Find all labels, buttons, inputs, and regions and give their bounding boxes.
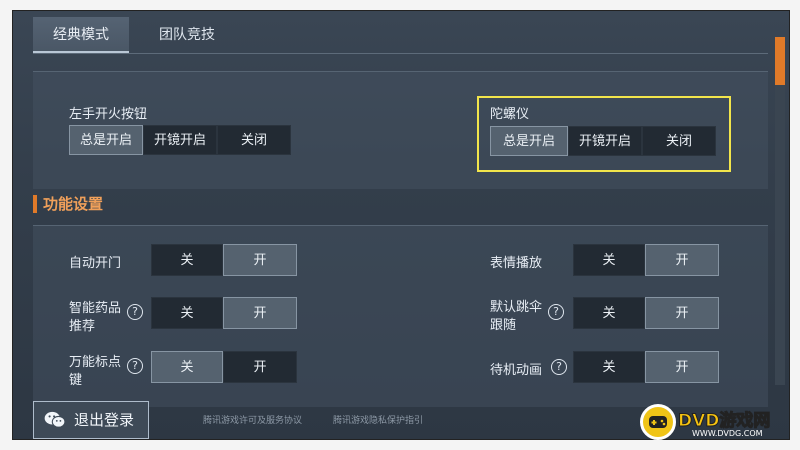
parachute-toggle: 关 开 xyxy=(573,297,719,329)
site-watermark: DVD游戏网 WWW.DVDG.COM xyxy=(640,404,790,444)
auto-door-toggle: 关 开 xyxy=(151,244,297,276)
gamepad-icon xyxy=(649,416,667,428)
gyroscope-always-on[interactable]: 总是开启 xyxy=(490,126,568,156)
gyroscope-label: 陀螺仪 xyxy=(490,107,530,122)
logout-button[interactable]: 退出登录 xyxy=(33,401,149,439)
emote-label: 表情播放 xyxy=(490,256,543,271)
parachute-off[interactable]: 关 xyxy=(573,297,645,329)
marker-toggle: 关 开 xyxy=(151,351,297,383)
auto-door-off[interactable]: 关 xyxy=(151,244,223,276)
parachute-help-icon[interactable]: ? xyxy=(548,304,564,320)
mode-tabs: 经典模式 团队竞技 xyxy=(13,11,773,53)
scrollbar-track[interactable] xyxy=(775,85,785,385)
smart-med-label-line1: 智能药品 xyxy=(69,301,122,316)
idle-anim-help-icon[interactable]: ? xyxy=(551,359,567,375)
settings-screen: 经典模式 团队竞技 左手开火按钮 总是开启 开镜开启 关闭 陀螺仪 总是开启 开… xyxy=(12,10,790,440)
emote-on[interactable]: 开 xyxy=(645,244,719,276)
scrollbar-thumb[interactable] xyxy=(775,37,785,85)
marker-help-icon[interactable]: ? xyxy=(127,358,143,374)
fire-button-off[interactable]: 关闭 xyxy=(217,125,291,155)
emote-toggle: 关 开 xyxy=(573,244,719,276)
fire-button-selector: 总是开启 开镜开启 关闭 xyxy=(69,125,291,155)
section-title: 功能设置 xyxy=(33,194,103,214)
parachute-label-line2: 跟随 xyxy=(490,318,517,333)
fire-button-always-on[interactable]: 总是开启 xyxy=(69,125,143,155)
tab-classic-mode[interactable]: 经典模式 xyxy=(33,17,129,53)
parachute-label-line1: 默认跳伞 xyxy=(490,300,543,315)
smart-med-help-icon[interactable]: ? xyxy=(127,304,143,320)
watermark-brand: DVD游戏网 xyxy=(677,411,771,432)
gyroscope-selector: 总是开启 开镜开启 关闭 xyxy=(490,126,716,156)
smart-med-off[interactable]: 关 xyxy=(151,297,223,329)
auto-door-on[interactable]: 开 xyxy=(223,244,297,276)
watermark-url: WWW.DVDG.COM xyxy=(692,429,763,438)
watermark-logo-icon xyxy=(640,404,676,440)
logout-label: 退出登录 xyxy=(74,411,135,429)
smart-med-toggle: 关 开 xyxy=(151,297,297,329)
fire-button-scope-on[interactable]: 开镜开启 xyxy=(143,125,217,155)
gyroscope-scope-on[interactable]: 开镜开启 xyxy=(568,126,642,156)
fire-button-label: 左手开火按钮 xyxy=(69,107,148,122)
idle-anim-label: 待机动画 xyxy=(490,363,543,378)
tab-divider xyxy=(33,53,768,54)
smart-med-on[interactable]: 开 xyxy=(223,297,297,329)
wechat-icon xyxy=(44,411,66,428)
emote-off[interactable]: 关 xyxy=(573,244,645,276)
parachute-on[interactable]: 开 xyxy=(645,297,719,329)
idle-anim-off[interactable]: 关 xyxy=(573,351,645,383)
marker-off[interactable]: 关 xyxy=(151,351,223,383)
marker-label-line2: 键 xyxy=(69,373,83,388)
gyroscope-off[interactable]: 关闭 xyxy=(642,126,716,156)
idle-anim-on[interactable]: 开 xyxy=(645,351,719,383)
marker-label-line1: 万能标点 xyxy=(69,355,122,370)
smart-med-label-line2: 推荐 xyxy=(69,319,96,334)
footer-license-link[interactable]: 腾讯游戏许可及服务协议 xyxy=(203,413,302,426)
footer-privacy-link[interactable]: 腾讯游戏隐私保护指引 xyxy=(333,413,423,426)
auto-door-label: 自动开门 xyxy=(69,256,122,271)
marker-on[interactable]: 开 xyxy=(223,351,297,383)
idle-anim-toggle: 关 开 xyxy=(573,351,719,383)
tab-team-deathmatch[interactable]: 团队竞技 xyxy=(137,17,237,53)
